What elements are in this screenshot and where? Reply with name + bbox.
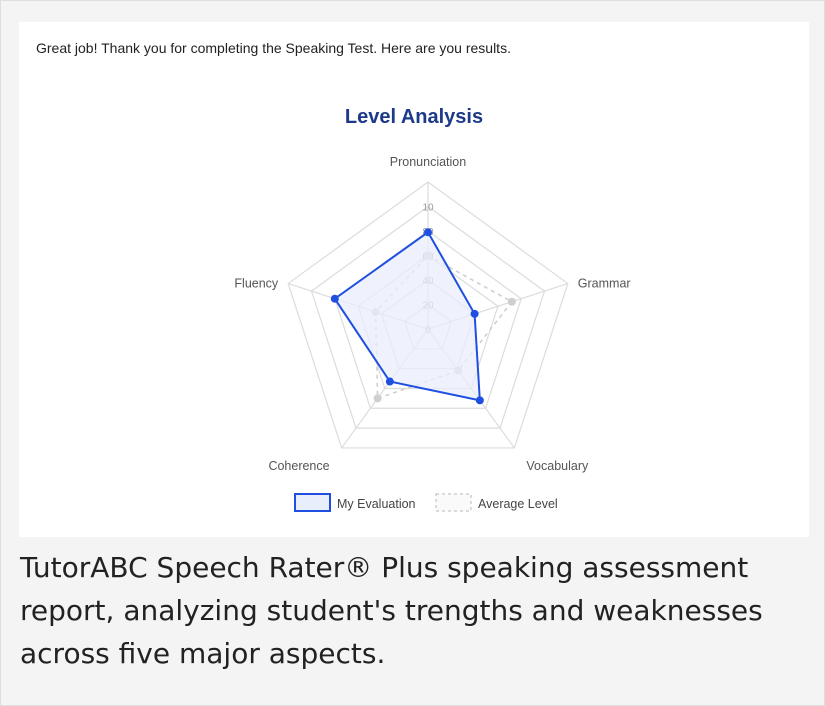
- axis-label-vocabulary: Vocabulary: [526, 459, 589, 473]
- legend-swatch-average-level: [435, 493, 472, 512]
- data-point-my-evaluation-pronunciation: [424, 228, 432, 237]
- data-point-my-evaluation-coherence: [385, 377, 394, 386]
- legend-label-average-level: Average Level: [478, 497, 558, 511]
- radar-chart: 02040608010 PronunciationGrammarVocabula…: [234, 155, 631, 512]
- results-card: Great job! Thank you for completing the …: [19, 22, 809, 537]
- chart-legend: My Evaluation Average Level: [294, 493, 558, 512]
- figure-frame: Great job! Thank you for completing the …: [0, 0, 825, 706]
- data-point-average-level-grammar: [507, 297, 516, 306]
- data-point-my-evaluation-fluency: [330, 294, 339, 303]
- figure-caption: TutorABC Speech Rater® Plus speaking ass…: [20, 551, 763, 670]
- axis-label-fluency: Fluency: [234, 277, 279, 291]
- axis-label-grammar: Grammar: [578, 277, 631, 291]
- data-point-my-evaluation-grammar: [470, 309, 479, 318]
- data-point-my-evaluation-vocabulary: [475, 396, 484, 405]
- radar-series: [330, 228, 516, 405]
- data-point-average-level-coherence: [373, 394, 382, 403]
- legend-label-my-evaluation: My Evaluation: [337, 497, 416, 511]
- axis-label-coherence: Coherence: [268, 459, 329, 473]
- radial-tick-label: 10: [422, 203, 434, 214]
- legend-swatch-my-evaluation: [294, 493, 331, 512]
- series-polygon-my-evaluation: [333, 230, 481, 402]
- axis-label-pronunciation: Pronunciation: [390, 155, 466, 169]
